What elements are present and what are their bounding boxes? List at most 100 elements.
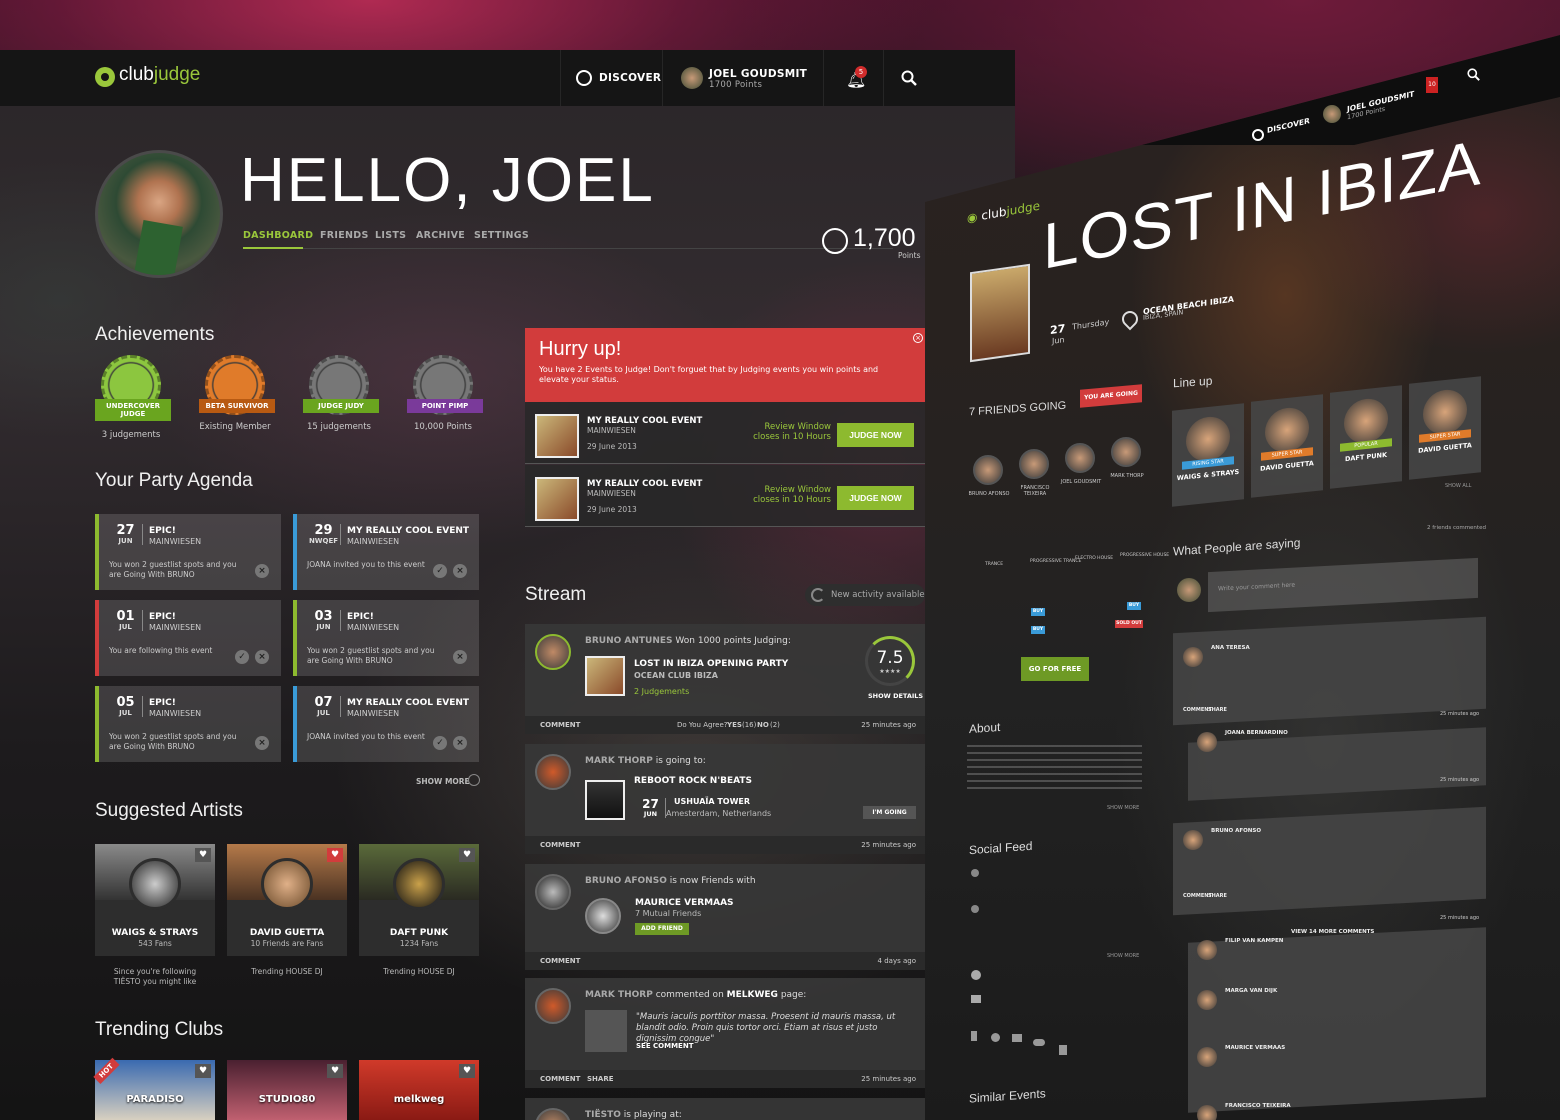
comment-link[interactable]: COMMENT: [540, 1070, 580, 1088]
notification-badge[interactable]: 10: [1426, 77, 1438, 93]
commenter-avatar[interactable]: [1197, 1047, 1217, 1067]
close-icon[interactable]: ×: [913, 333, 923, 343]
compass-icon[interactable]: [1252, 129, 1264, 141]
tab-friends[interactable]: FRIENDS: [320, 230, 369, 241]
heart-icon[interactable]: ♥: [459, 1064, 475, 1078]
commenter-name[interactable]: FILIP VAN KAMPEN: [1225, 938, 1283, 944]
stream-user[interactable]: BRUNO ANTUNES: [585, 636, 673, 646]
commenter-name[interactable]: FRANCISCO TEIXEIRA: [1225, 1103, 1291, 1109]
youtube-icon[interactable]: [1059, 1045, 1067, 1055]
about-show-more[interactable]: SHOW MORE: [1107, 805, 1139, 811]
buy-button[interactable]: BUY: [1127, 602, 1141, 610]
go-for-free-button[interactable]: GO FOR FREE: [1021, 657, 1089, 681]
share-link[interactable]: SHARE: [1208, 893, 1227, 899]
avatar[interactable]: [535, 754, 571, 790]
user-name[interactable]: JOEL GOUDSMIT: [709, 68, 807, 80]
artist-card[interactable]: ♥ WAIGS & STRAYS 543 Fans: [95, 844, 215, 956]
commenter-name[interactable]: ANA TERESA: [1211, 645, 1250, 651]
add-friend-button[interactable]: ADD FRIEND: [635, 923, 689, 935]
im-going-button[interactable]: I'M GOING: [863, 806, 916, 819]
tab-lists[interactable]: LISTS: [375, 230, 406, 241]
club-card[interactable]: STUDIO80 ♥: [227, 1060, 347, 1120]
check-icon[interactable]: ✓: [235, 650, 249, 664]
discover-link[interactable]: DISCOVER: [599, 72, 661, 84]
achievement-badge[interactable]: JUDGE JUDY 15 judgements: [303, 355, 379, 432]
compass-icon[interactable]: [576, 70, 592, 86]
commenter-avatar[interactable]: [1197, 990, 1217, 1010]
artist-card[interactable]: ♥ DAVID GUETTA 10 Friends are Fans: [227, 844, 347, 956]
club-card[interactable]: melkweg ♥: [359, 1060, 479, 1120]
heart-icon[interactable]: ♥: [459, 848, 475, 862]
logo[interactable]: clubjudge: [119, 64, 200, 86]
avatar[interactable]: [535, 634, 571, 670]
see-comment-link[interactable]: SEE COMMENT: [636, 1042, 693, 1050]
google-plus-icon[interactable]: [991, 1033, 1000, 1042]
comment-input[interactable]: Write your comment here: [1208, 557, 1478, 613]
avatar[interactable]: [535, 988, 571, 1024]
no-button[interactable]: NO: [757, 716, 769, 734]
buy-button[interactable]: BUY: [1031, 626, 1045, 634]
agenda-card[interactable]: 27 JUN EPIC! MAINWIESEN You won 2 guestlist …: [95, 514, 281, 590]
heart-icon[interactable]: ♥: [327, 848, 343, 862]
heart-icon[interactable]: ♥: [195, 848, 211, 862]
event-thumbnail[interactable]: [535, 414, 579, 458]
event-thumbnail[interactable]: [535, 477, 579, 521]
tab-archive[interactable]: ARCHIVE: [416, 230, 465, 241]
artist-card[interactable]: ♥ DAFT PUNK 1234 Fans: [359, 844, 479, 956]
page-link[interactable]: MELKWEG: [727, 990, 778, 1000]
heart-icon[interactable]: ♥: [327, 1064, 343, 1078]
stream-user[interactable]: MARK THORP: [585, 756, 653, 766]
friend-avatar[interactable]: [1111, 437, 1141, 467]
event-thumbnail[interactable]: [585, 780, 625, 820]
agenda-card[interactable]: 07 JUL MY REALLY COOL EVENT MAINWIESEN JOANA…: [293, 686, 479, 762]
event-poster[interactable]: [970, 263, 1030, 363]
commenter-avatar[interactable]: [1197, 732, 1217, 752]
event-title[interactable]: EPIC!: [149, 526, 176, 536]
avatar[interactable]: [535, 874, 571, 910]
friend-avatar[interactable]: [973, 455, 1003, 485]
avatar[interactable]: [535, 1108, 571, 1120]
refresh-icon[interactable]: [811, 588, 825, 602]
heart-icon[interactable]: ♥: [195, 1064, 211, 1078]
genre-tag[interactable]: TRANCE: [985, 562, 1003, 567]
yes-button[interactable]: YES: [727, 716, 742, 734]
search-icon[interactable]: [901, 70, 917, 86]
close-icon[interactable]: ×: [453, 736, 467, 750]
event-title[interactable]: EPIC!: [149, 612, 176, 622]
commenter-avatar[interactable]: [1183, 830, 1203, 850]
comment-link[interactable]: COMMENT: [540, 836, 580, 854]
genre-tag[interactable]: PROGRESSIVE TRANCE: [1030, 559, 1081, 564]
friend-avatar[interactable]: [585, 898, 621, 934]
achievement-badge[interactable]: BETA SURVIVOR Existing Member: [199, 355, 275, 432]
share-link[interactable]: SHARE: [587, 1070, 614, 1088]
social-show-more[interactable]: SHOW MORE: [1107, 953, 1139, 959]
lineup-card[interactable]: POPULAR DAFT PUNK: [1330, 385, 1402, 489]
lineup-card[interactable]: RISING STAR WAIGS & STRAYS: [1172, 403, 1244, 507]
event-title[interactable]: LOST IN IBIZA OPENING PARTY: [634, 659, 788, 669]
check-icon[interactable]: ✓: [433, 564, 447, 578]
logo[interactable]: ◉ clubjudge: [967, 199, 1040, 226]
close-icon[interactable]: ×: [255, 564, 269, 578]
show-all-link[interactable]: SHOW ALL: [1445, 483, 1471, 489]
judge-now-button[interactable]: JUDGE NOW: [837, 423, 914, 447]
close-icon[interactable]: ×: [453, 564, 467, 578]
lineup-card[interactable]: SUPER STAR DAVID GUETTA: [1251, 394, 1323, 498]
stream-user[interactable]: TIËSTO: [585, 1110, 621, 1120]
judge-now-button[interactable]: JUDGE NOW: [837, 486, 914, 510]
agenda-show-more[interactable]: SHOW MORE: [416, 777, 470, 786]
comment-link[interactable]: COMMENT: [540, 952, 580, 970]
user-avatar[interactable]: [681, 67, 703, 89]
show-details-link[interactable]: SHOW DETAILS: [868, 692, 923, 700]
comment-link[interactable]: COMMENT: [540, 716, 580, 734]
commenter-name[interactable]: MARGA VAN DIJK: [1225, 988, 1277, 994]
commenter-name[interactable]: JOANA BERNARDINO: [1225, 730, 1288, 736]
achievement-badge[interactable]: UNDERCOVER JUDGE 3 judgements: [95, 355, 171, 440]
agenda-card[interactable]: 01 JUL EPIC! MAINWIESEN You are following th…: [95, 600, 281, 676]
achievement-badge[interactable]: POINT PIMP 10,000 Points: [407, 355, 483, 432]
agenda-card[interactable]: 29 NWQEF MY REALLY COOL EVENT MAINWIESEN JOA…: [293, 514, 479, 590]
soundcloud-icon[interactable]: [1033, 1039, 1045, 1046]
stream-user[interactable]: MARK THORP: [585, 990, 653, 1000]
friend-name[interactable]: MAURICE VERMAAS: [635, 898, 734, 908]
view-more-comments[interactable]: VIEW 14 MORE COMMENTS: [1291, 929, 1374, 935]
twitter-icon[interactable]: [1012, 1034, 1022, 1042]
